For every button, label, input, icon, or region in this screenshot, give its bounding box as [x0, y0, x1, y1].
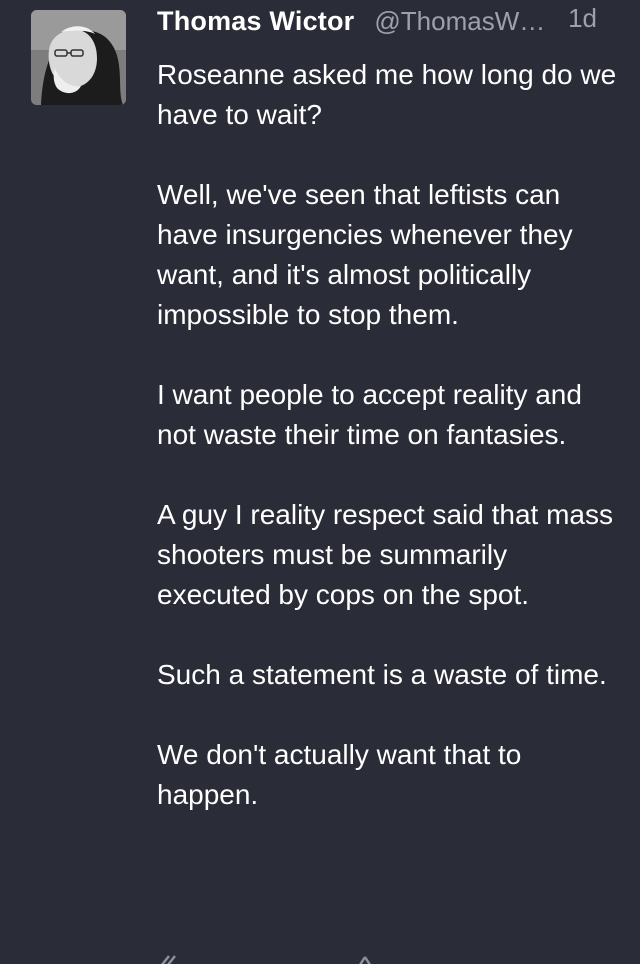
tweet-timestamp[interactable]: 1d — [568, 3, 627, 34]
tweet-paragraph: Such a statement is a waste of time. — [157, 659, 607, 690]
tweet-actions — [0, 948, 640, 964]
avatar[interactable] — [31, 10, 126, 105]
retweet-icon[interactable] — [352, 952, 378, 964]
tweet-paragraph: We don't actually want that to happen. — [157, 739, 522, 810]
tweet-text: Roseanne asked me how long do we have to… — [157, 55, 617, 855]
tweet[interactable]: Thomas Wictor @ThomasW… 1d Roseanne aske… — [0, 0, 640, 964]
tweet-paragraph: I want people to accept reality and not … — [157, 379, 582, 450]
reply-icon[interactable] — [157, 952, 183, 964]
tweet-paragraph: A guy I reality respect said that mass s… — [157, 499, 613, 610]
author-handle[interactable]: @ThomasW… — [374, 6, 545, 37]
tweet-paragraph: Well, we've seen that leftists can have … — [157, 179, 573, 330]
avatar-photo — [31, 10, 126, 105]
tweet-paragraph: Roseanne asked me how long do we have to… — [157, 59, 617, 130]
tweet-header: Thomas Wictor @ThomasW… 1d — [157, 3, 627, 46]
author-name[interactable]: Thomas Wictor — [157, 6, 354, 37]
